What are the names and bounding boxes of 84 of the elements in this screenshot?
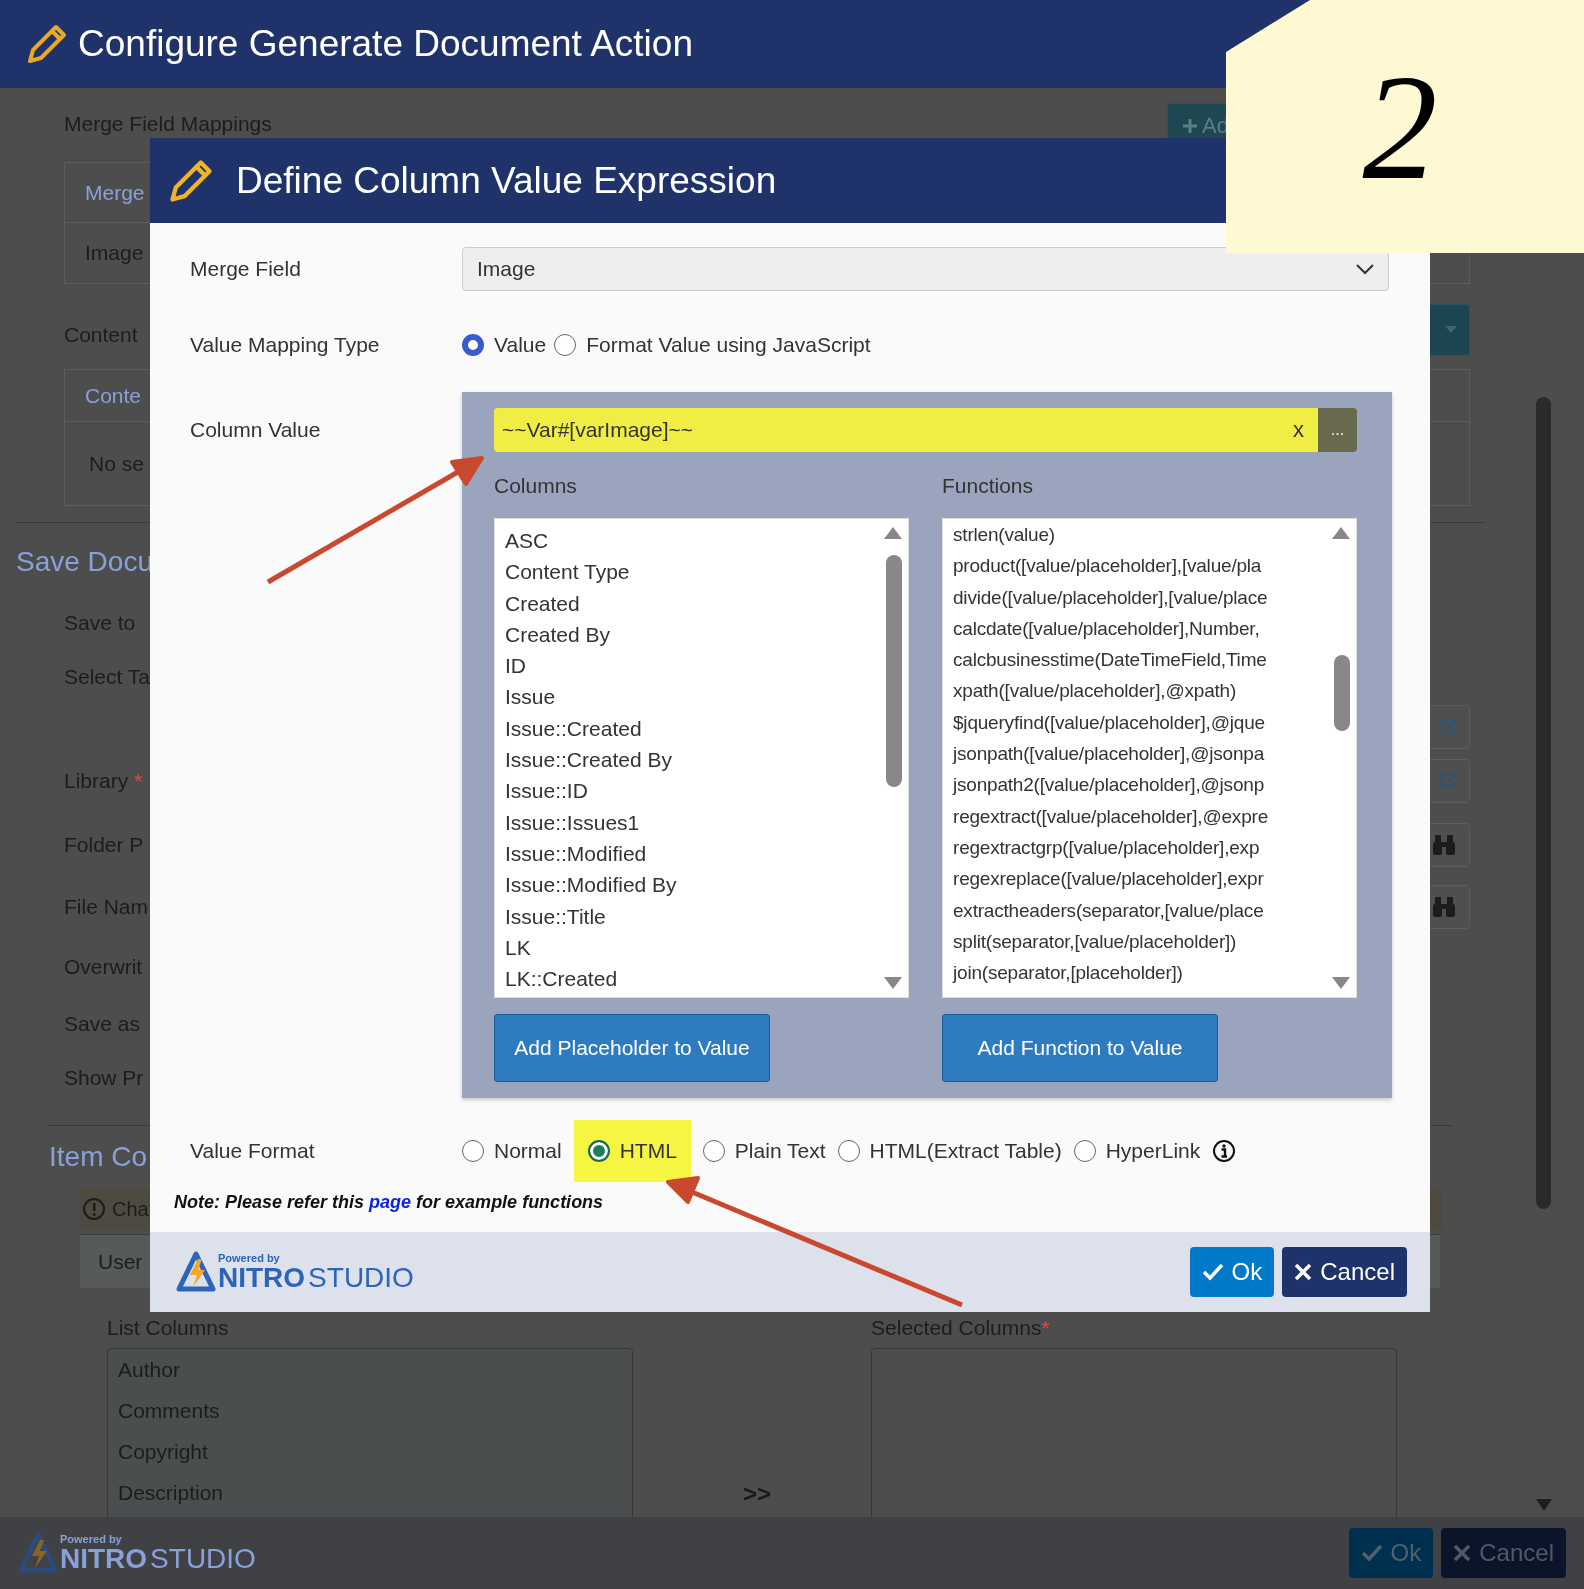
- radio-option[interactable]: HyperLink: [1073, 1120, 1201, 1182]
- list-item[interactable]: xpath([value/placeholder],@xpath): [953, 675, 1328, 707]
- note-number: 2: [1362, 42, 1438, 212]
- check-icon: [1360, 1544, 1383, 1562]
- list-item[interactable]: calcdate([value/placeholder],Number,: [953, 612, 1328, 645]
- list-item[interactable]: Created: [505, 587, 880, 619]
- list-item[interactable]: jsonpath2([value/placeholder],@jsonp: [953, 769, 1328, 801]
- list-item[interactable]: divide([value/placeholder],[value/place: [953, 581, 1328, 613]
- dialog-title: Define Column Value Expression: [236, 159, 777, 202]
- list-item[interactable]: Issue: [505, 681, 880, 713]
- radio-option[interactable]: Plain Text: [702, 1120, 826, 1182]
- radio-option[interactable]: Format Value using JavaScript: [554, 314, 871, 376]
- list-item[interactable]: calcbusinesstime(DateTimeField,Time: [953, 644, 1328, 676]
- brand-name: NITRO: [60, 1544, 148, 1573]
- list-item[interactable]: jsonpath([value/placeholder],@jsonpa: [953, 738, 1328, 770]
- powered-by-label: Powered by: [218, 1252, 281, 1264]
- radio-option[interactable]: HTML(Extract Table): [837, 1120, 1062, 1182]
- column-header: Conte: [85, 383, 142, 408]
- check-icon: [1201, 1263, 1224, 1281]
- field-label: Value Format: [190, 1139, 316, 1163]
- list-item[interactable]: Issue::ID: [505, 775, 880, 807]
- field-label: Value Mapping Type: [190, 333, 381, 357]
- add-placeholder-button[interactable]: Add Placeholder to Value: [494, 1014, 770, 1082]
- list-item[interactable]: Created By: [505, 618, 880, 651]
- merge-field-select[interactable]: Image: [462, 247, 1389, 291]
- required-mark: *: [1041, 1316, 1050, 1339]
- list-item[interactable]: LK::Created: [505, 963, 880, 995]
- product-name: STUDIO: [150, 1544, 256, 1573]
- list-item[interactable]: Content Type: [505, 556, 880, 588]
- list-item[interactable]: Issue::Modified: [505, 837, 880, 870]
- close-icon: [1294, 1263, 1313, 1281]
- brand-name: NITRO: [218, 1263, 306, 1292]
- radio-option[interactable]: HTML: [573, 1120, 691, 1182]
- list-item[interactable]: Issue::Modified By: [505, 869, 880, 901]
- warning-icon: [82, 1197, 106, 1221]
- list-item[interactable]: join(separator,[placeholder]): [953, 957, 1328, 989]
- ok-button[interactable]: Ok: [1189, 1247, 1275, 1297]
- list-item[interactable]: Issue::Created: [505, 712, 880, 745]
- external-link-icon: [1439, 772, 1457, 790]
- chevron-down-icon: [1356, 263, 1374, 275]
- radio-option[interactable]: Value: [462, 314, 547, 376]
- note-text: Note: Please refer this page for example functions: [174, 1192, 605, 1213]
- list-item[interactable]: strlen(value): [953, 519, 1328, 551]
- logo-icon: [18, 1532, 58, 1574]
- list-item[interactable]: ID: [505, 650, 880, 682]
- scrollbar[interactable]: [1536, 397, 1551, 1209]
- external-link-icon: [1439, 718, 1457, 736]
- list-item[interactable]: LK: [505, 931, 880, 964]
- list-item[interactable]: Issue::Created By: [505, 744, 880, 776]
- info-icon[interactable]: [1212, 1139, 1237, 1163]
- list-item[interactable]: product([value/placeholder],[value/pla: [953, 550, 1328, 582]
- logo-icon: [176, 1251, 216, 1293]
- more-button[interactable]: ...: [1318, 408, 1357, 452]
- close-icon: [1453, 1544, 1472, 1562]
- list-item[interactable]: regextractgrp([value/placeholder],exp: [953, 831, 1328, 864]
- section-heading: Save Docu: [16, 545, 153, 579]
- list-item[interactable]: regextract([value/placeholder],@expre: [953, 800, 1328, 832]
- add-function-button[interactable]: Add Function to Value: [942, 1014, 1218, 1082]
- page-title: Configure Generate Document Action: [78, 23, 693, 65]
- clear-button[interactable]: x: [1293, 417, 1304, 443]
- binoculars-icon: [1431, 834, 1457, 856]
- list-item[interactable]: ASC: [505, 525, 880, 557]
- list-label: Functions: [942, 474, 1035, 499]
- section-heading: Item Co: [49, 1140, 148, 1174]
- list-item[interactable]: Issue::Title: [505, 900, 880, 932]
- column-header: Merge: [85, 180, 145, 205]
- binoculars-icon: [1431, 896, 1457, 918]
- list-item[interactable]: split(separator,[value/placeholder]): [953, 925, 1328, 958]
- list-item[interactable]: $jqueryfind([value/placeholder],@jque: [953, 706, 1328, 739]
- list-item[interactable]: regexreplace([value/placeholder],expr: [953, 863, 1328, 895]
- caret-icon: [1445, 325, 1457, 334]
- required-mark: *: [134, 769, 143, 793]
- product-name: STUDIO: [308, 1263, 414, 1292]
- expression-field[interactable]: ~~Var#[varImage]~~ x: [494, 408, 1318, 452]
- plus-icon: [1182, 118, 1199, 134]
- field-label: Column Value: [190, 417, 322, 442]
- page-link[interactable]: page: [369, 1192, 412, 1212]
- list-item[interactable]: extractheaders(separator,[value/place: [953, 894, 1328, 926]
- radio-option[interactable]: Normal: [462, 1120, 562, 1182]
- field-label: Merge Field: [190, 257, 302, 281]
- list-label: Columns: [494, 474, 578, 499]
- list-item[interactable]: Issue::Issues1: [505, 806, 880, 838]
- powered-by-label: Powered by: [60, 1533, 123, 1545]
- cancel-button[interactable]: Cancel: [1282, 1247, 1407, 1297]
